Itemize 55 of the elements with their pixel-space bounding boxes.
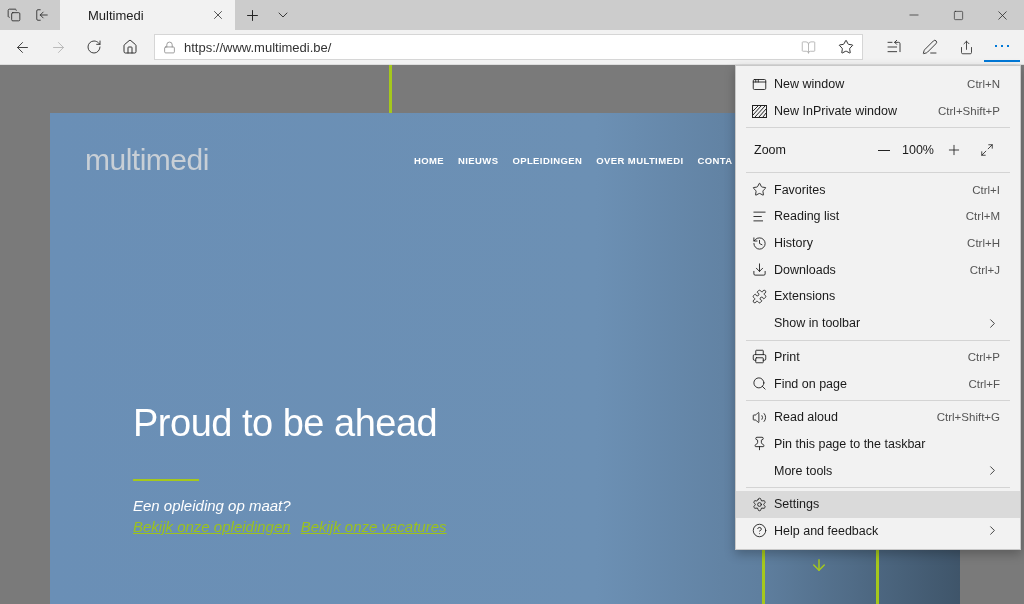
accent-line [876,548,879,604]
hatched-window-icon [752,104,767,118]
close-icon [211,8,225,22]
menu-item[interactable]: Pin this page to the taskbar [736,430,1020,458]
lines-icon [752,208,767,224]
menu-item[interactable]: More tools [736,457,1020,484]
lock-icon [163,40,176,54]
menu-item[interactable]: Favorites Ctrl+I [736,176,1020,204]
share-icon [958,39,974,55]
windows-icon [7,8,21,22]
window-icon [752,76,767,92]
accent-bar [133,479,199,481]
help-icon [752,523,767,539]
printer-icon [752,349,767,365]
menu-item[interactable]: Downloads Ctrl+J [736,256,1020,284]
headline: Proud to be ahead [133,402,438,445]
menu-item[interactable]: New window Ctrl+N [736,71,1020,98]
logo: multimedi [85,143,209,177]
maximize-icon [952,9,964,21]
menu-item[interactable]: Help and feedback [736,517,1020,545]
subtitle: Een opleiding op maat? [133,497,291,514]
menu-item[interactable]: Reading list Ctrl+M [736,203,1020,230]
menu-item[interactable]: Print Ctrl+P [736,343,1020,371]
zoom-value: 100% [901,143,935,158]
pin-icon [752,436,767,452]
arrow-down-icon [810,556,828,574]
menu-item[interactable]: New InPrivate window Ctrl+Shift+P [736,97,1020,125]
nav-link[interactable]: CONTA [697,154,733,166]
menu-item[interactable]: Extensions [736,283,1020,310]
list-icon [886,39,902,55]
expand-icon [980,143,994,158]
browser-tab[interactable]: Multimedi [60,0,235,30]
home-icon [122,39,138,55]
zoom-label: Zoom [754,143,787,158]
download-icon [752,262,767,278]
search-icon [752,376,767,392]
refresh-icon [86,39,102,55]
menu-item[interactable]: Settings [736,490,1020,518]
puzzle-icon [752,288,767,304]
menu-item[interactable]: Read aloud Ctrl+Shift+G [736,403,1020,431]
accent-line [762,548,765,604]
speaker-icon [752,409,767,425]
star-list-icon [752,182,767,198]
arrow-box-icon [35,8,49,22]
minus-icon [878,149,890,151]
star-icon[interactable] [838,39,854,55]
menu-item[interactable]: Find on page Ctrl+F [736,370,1020,397]
pen-icon [922,39,938,55]
nav-link[interactable]: OVER MULTIMEDI [596,154,684,166]
reading-view-icon[interactable] [801,39,816,55]
menu-item[interactable]: History Ctrl+H [736,229,1020,257]
address-field[interactable]: https://www.multimedi.be/ [154,34,863,60]
menu-item[interactable]: Show in toolbar [736,309,1020,337]
history-icon [752,235,767,251]
settings-icon [752,496,767,512]
